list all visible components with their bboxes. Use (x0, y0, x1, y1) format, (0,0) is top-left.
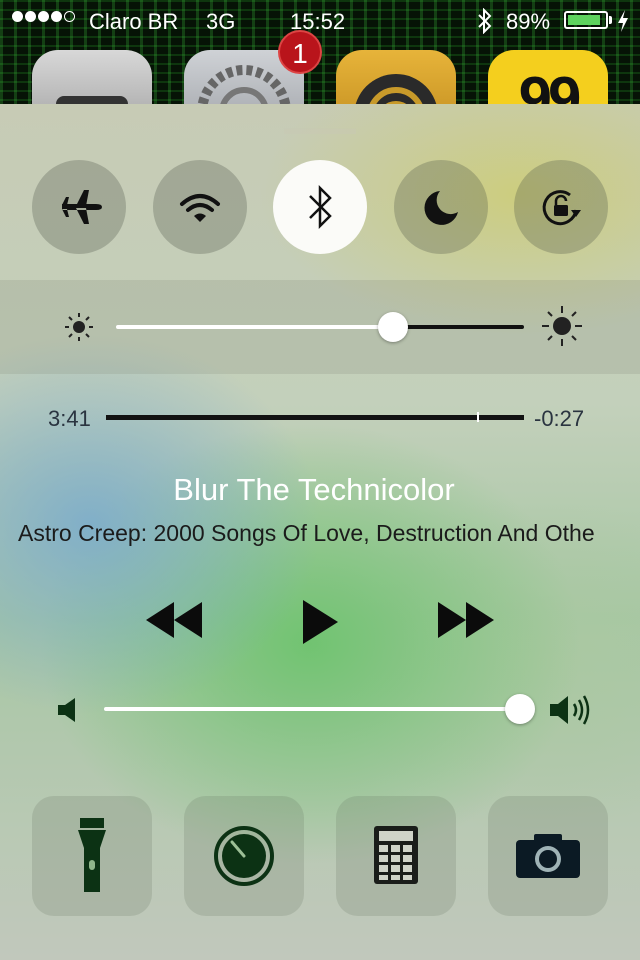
moon-icon (424, 191, 458, 225)
volume-knob[interactable] (505, 694, 535, 724)
playback-position-marker[interactable] (477, 412, 480, 422)
battery-icon (564, 11, 608, 29)
signal-dot-empty (64, 11, 75, 22)
battery-tip (609, 16, 612, 24)
calculator-icon (374, 826, 418, 884)
signal-strength-indicator (12, 11, 75, 22)
signal-dot (51, 11, 62, 22)
network-type: 3G (206, 9, 236, 34)
status-bar: Claro BR 3G 15:52 89% (0, 0, 640, 40)
artist-album-line: Astro Creep: 2000 Songs Of Love, Destruc… (18, 520, 595, 546)
fast-forward-icon[interactable] (436, 598, 496, 642)
speaker-high-icon (550, 695, 590, 725)
brightness-track-empty (393, 325, 524, 329)
airplane-icon (62, 190, 102, 224)
playback-scrubber[interactable] (106, 415, 524, 420)
sun-large-icon (542, 306, 582, 346)
flashlight-icon (78, 818, 106, 892)
status-time: 15:52 (290, 9, 346, 34)
speaker-low-icon (58, 698, 75, 722)
flashlight-button[interactable] (32, 796, 152, 916)
timer-icon (214, 826, 274, 886)
bluetooth-icon (478, 8, 492, 34)
control-center-grabber[interactable]: ▬▬▬▬ (230, 118, 410, 138)
bolt-icon (618, 10, 628, 32)
bluetooth-icon (309, 184, 332, 230)
volume-track-filled (104, 707, 520, 711)
rotation-lock-toggle[interactable] (514, 160, 608, 254)
rotation-lock-icon (542, 190, 581, 226)
signal-dot (25, 11, 36, 22)
wifi-icon (180, 194, 220, 222)
elapsed-time: 3:41 (48, 406, 91, 431)
battery-percentage: 89% (506, 9, 551, 34)
rewind-icon[interactable] (144, 598, 204, 642)
carrier-name: Claro BR (89, 9, 179, 34)
timer-button[interactable] (184, 796, 304, 916)
sun-small-icon (65, 313, 93, 341)
brightness-track-filled (116, 325, 394, 329)
control-center: ▬▬▬▬ 3:41 -0:27 Blur The Technicolor Ast… (0, 104, 640, 960)
do-not-disturb-toggle[interactable] (394, 160, 488, 254)
camera-button[interactable] (488, 796, 608, 916)
camera-icon (516, 834, 580, 878)
play-icon[interactable] (300, 598, 340, 646)
wifi-toggle[interactable] (153, 160, 247, 254)
calculator-button[interactable] (336, 796, 456, 916)
battery-level-fill (568, 15, 600, 25)
remaining-time: -0:27 (534, 406, 585, 431)
signal-dot (38, 11, 49, 22)
signal-dot (12, 11, 23, 22)
song-title: Blur The Technicolor (173, 472, 455, 507)
airplane-mode-toggle[interactable] (32, 160, 126, 254)
bluetooth-toggle[interactable] (273, 160, 367, 254)
